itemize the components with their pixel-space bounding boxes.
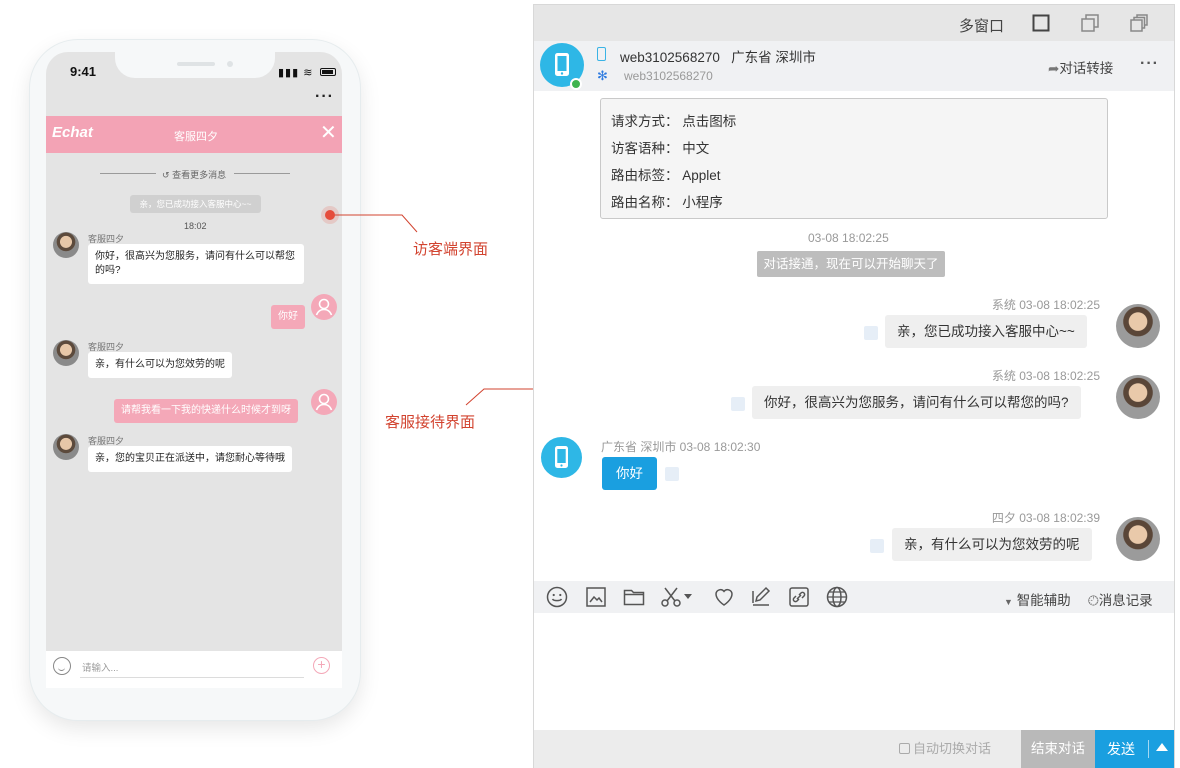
visitor-location: 广东省 深圳市 xyxy=(731,50,816,65)
route-name: 路由名称： 小程序 xyxy=(611,195,723,210)
agent-message: 亲，有什么可以为您效劳的呢 xyxy=(892,528,1092,561)
visitor-language: 访客语种： 中文 xyxy=(611,141,710,156)
visitor-avatar xyxy=(541,437,582,478)
edit-icon[interactable] xyxy=(749,585,773,609)
message-history-label: 消息记录 xyxy=(1098,593,1153,608)
agent-avatar xyxy=(1116,517,1160,561)
connected-notice: 对话接通，现在可以开始聊天了 xyxy=(757,251,945,277)
share-arrow-icon: ➦ xyxy=(1048,61,1060,76)
agent-message: 亲，有什么可以为您效劳的呢 xyxy=(88,352,232,378)
caret-up-icon[interactable] xyxy=(1156,743,1168,751)
message-meta: 系统 03-08 18:02:25 xyxy=(991,298,1100,312)
read-receipt-icon xyxy=(731,397,745,411)
agent-avatar xyxy=(1116,304,1160,348)
phone-chat-title: 客服四夕 xyxy=(174,131,218,143)
more-dots-icon[interactable]: ··· xyxy=(315,88,334,106)
auto-switch-checkbox[interactable]: 自动切换对话 xyxy=(899,738,991,757)
message-meta: 系统 03-08 18:02:25 xyxy=(991,369,1100,383)
agent-avatar xyxy=(1116,375,1160,419)
clock-icon: 🕘︎ xyxy=(1088,593,1099,608)
message-meta: 广东省 深圳市 03-08 18:02:30 xyxy=(601,440,761,454)
load-more-label: 查看更多消息 xyxy=(172,170,227,180)
agent-message: 你好，很高兴为您服务，请问有什么可以帮您的吗? xyxy=(88,244,304,284)
transfer-button[interactable]: ➦对话转接 xyxy=(1048,57,1113,77)
image-icon[interactable] xyxy=(584,585,608,609)
emoji-icon[interactable] xyxy=(545,585,569,609)
agent-avatar xyxy=(53,232,79,258)
send-label: 发送 xyxy=(1107,741,1135,757)
screenshot-scissors-icon[interactable] xyxy=(659,585,683,609)
battery-icon xyxy=(319,68,336,76)
echat-logo: Echat xyxy=(52,124,93,141)
console-top-bar xyxy=(534,5,1174,41)
user-avatar-icon xyxy=(311,389,337,415)
plus-icon[interactable]: + xyxy=(313,657,330,674)
smart-assist-label: 智能辅助 xyxy=(1016,593,1071,608)
request-method: 请求方式： 点击图标 xyxy=(611,114,737,129)
folder-icon[interactable] xyxy=(622,585,646,609)
read-receipt-icon xyxy=(665,467,679,481)
link-icon[interactable] xyxy=(787,585,811,609)
agent-annotation-label: 客服接待界面 xyxy=(385,414,476,431)
visitor-sub-id: web3102568270 xyxy=(624,69,713,83)
message-input-area[interactable] xyxy=(534,613,1174,730)
more-options-icon[interactable]: ··· xyxy=(1140,55,1159,73)
user-message: 请帮我看一下我的快递什么时候才到呀 xyxy=(114,399,298,423)
transfer-label: 对话转接 xyxy=(1059,61,1114,76)
visitor-id-location: web3102568270 广东省 深圳市 xyxy=(620,46,816,66)
status-icons: ▮▮▮ ≋ xyxy=(278,66,336,79)
visitor-annotation-dot xyxy=(325,210,335,220)
emoji-icon[interactable] xyxy=(53,657,71,675)
input-underline xyxy=(80,677,304,678)
cascade-window-icon[interactable] xyxy=(1130,14,1148,32)
status-time: 9:41 xyxy=(70,64,97,79)
globe-icon[interactable] xyxy=(825,585,849,609)
user-message: 你好 xyxy=(271,305,305,329)
connected-timestamp: 03-08 18:02:25 xyxy=(808,231,889,245)
visitor-request-card: 请求方式： 点击图标 访客语种： 中文 路由标签： Applet 路由名称： 小… xyxy=(600,98,1108,219)
route-tag: 路由标签： Applet xyxy=(611,168,721,183)
agent-message: 你好，很高兴为您服务，请问有什么可以帮您的吗? xyxy=(752,386,1081,419)
visitor-message: 你好 xyxy=(602,457,657,490)
tile-window-icon[interactable] xyxy=(1081,14,1099,32)
history-icon: ↺ xyxy=(162,170,170,180)
heart-icon[interactable] xyxy=(712,585,736,609)
read-receipt-icon xyxy=(870,539,884,553)
online-check-icon xyxy=(570,78,582,90)
message-history-button[interactable]: 🕘︎消息记录 xyxy=(1088,589,1153,609)
smart-assist-button[interactable]: ▼ 智能辅助 xyxy=(1004,589,1071,609)
single-window-icon[interactable] xyxy=(1032,14,1050,32)
close-icon[interactable]: ✕ xyxy=(320,122,337,144)
visitor-id: web3102568270 xyxy=(620,50,720,65)
phone-message-input[interactable]: 请输入... xyxy=(82,660,118,674)
agent-message: 亲，您已成功接入客服中心~~ xyxy=(885,315,1087,348)
end-chat-button[interactable]: 结束对话 xyxy=(1021,730,1095,768)
phone-notch xyxy=(115,42,275,78)
checkbox-icon[interactable] xyxy=(899,743,910,754)
multi-window-label: 多窗口 xyxy=(959,18,1005,35)
baidu-paw-icon: ✻ xyxy=(597,68,608,83)
wifi-icon: ≋ xyxy=(303,67,314,79)
agent-avatar xyxy=(53,340,79,366)
chevron-down-icon[interactable] xyxy=(684,594,692,599)
send-divider xyxy=(1148,740,1149,758)
agent-message: 亲，您的宝贝正在派送中，请您耐心等待哦 xyxy=(88,446,292,472)
phone-system-notice: 亲，您已成功接入客服中心~~ xyxy=(130,195,261,213)
visitor-annotation-label: 访客端界面 xyxy=(413,241,489,258)
read-receipt-icon xyxy=(864,326,878,340)
mobile-icon xyxy=(597,47,606,61)
message-meta: 四夕 03-08 18:02:39 xyxy=(991,511,1100,525)
signal-icon: ▮▮▮ xyxy=(278,67,300,79)
load-more-link[interactable]: ↺ 查看更多消息 xyxy=(100,166,290,180)
phone-timestamp: 18:02 xyxy=(184,221,207,231)
agent-avatar xyxy=(53,434,79,460)
user-avatar-icon xyxy=(311,294,337,320)
mobile-device-icon xyxy=(555,446,568,468)
caret-down-icon: ▼ xyxy=(1004,597,1013,607)
auto-switch-label: 自动切换对话 xyxy=(913,741,992,756)
